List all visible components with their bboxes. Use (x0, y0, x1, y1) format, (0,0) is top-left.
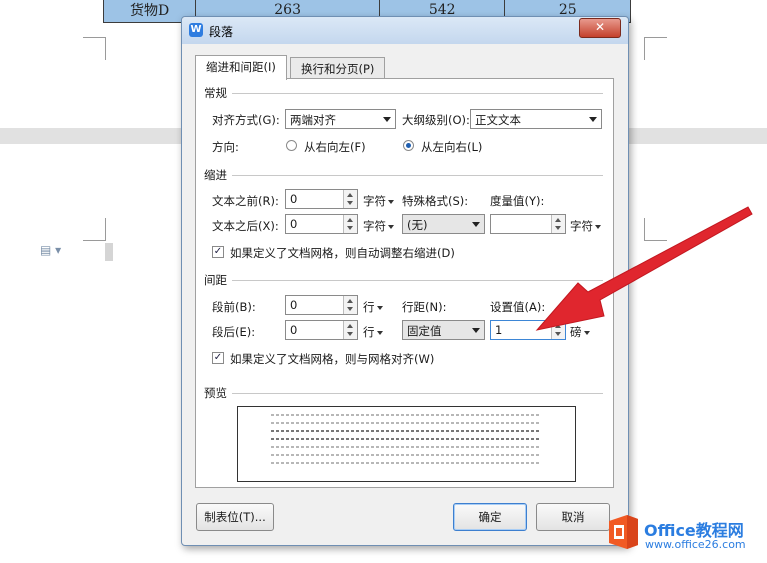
tab-indent-spacing[interactable]: 缩进和间距(I) (195, 55, 287, 80)
office-logo-icon (609, 515, 638, 549)
watermark-url: www.office26.com (645, 538, 746, 551)
annotation-arrow-icon (535, 206, 753, 331)
watermark: Office教程网 www.office26.com (604, 511, 767, 561)
